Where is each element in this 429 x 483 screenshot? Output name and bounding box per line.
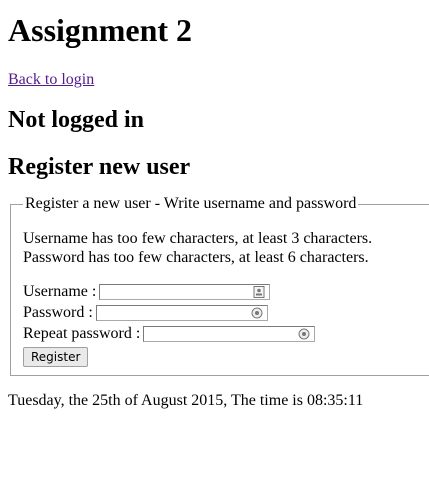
register-fieldset: Register a new user - Write username and… <box>10 195 429 376</box>
register-button[interactable]: Register <box>23 347 89 367</box>
password-input[interactable] <box>95 304 268 321</box>
repeat-password-input[interactable] <box>143 325 316 342</box>
page: Assignment 2 Back to login Not logged in… <box>0 0 429 410</box>
password-row: Password : <box>23 302 418 323</box>
login-status-heading: Not logged in <box>8 107 145 133</box>
key-icon <box>251 307 263 318</box>
register-form: Username : Password : Repeat password: … <box>23 281 418 367</box>
password-error: Password has too few characters, at leas… <box>23 249 369 266</box>
register-heading: Register new user <box>8 154 191 180</box>
username-input[interactable] <box>99 283 271 300</box>
back-to-login-link[interactable]: Back to login <box>8 71 94 89</box>
register-legend: Register a new user - Write username and… <box>25 195 357 212</box>
contact-card-icon <box>253 285 265 298</box>
date-time-display: Tuesday, the 25th of August 2015, The ti… <box>8 392 364 409</box>
username-label: Username : <box>23 283 97 300</box>
repeat-password-label: Repeat password : <box>23 325 141 342</box>
password-label: Password : <box>23 304 93 321</box>
username-row: Username : <box>23 281 418 302</box>
username-error: Username has too few characters, at leas… <box>23 230 373 247</box>
page-title: Assignment 2 <box>8 12 193 48</box>
repeat-password-row: Repeat password : <box>23 323 418 344</box>
key-icon <box>298 328 310 339</box>
error-messages: Username has too few characters, at leas… <box>23 229 418 267</box>
